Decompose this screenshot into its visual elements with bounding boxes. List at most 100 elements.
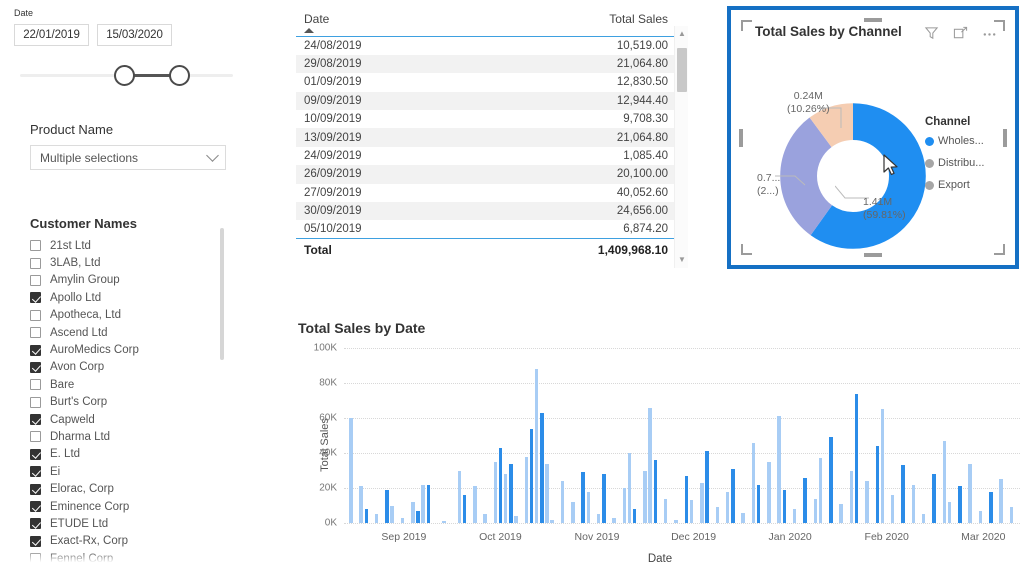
checkbox[interactable]: [30, 466, 41, 478]
bar[interactable]: [622, 488, 627, 523]
customer-list-scrollbar[interactable]: [220, 228, 224, 360]
date-start-input[interactable]: 22/01/2019: [14, 24, 89, 46]
checkbox[interactable]: [30, 327, 41, 339]
bar-chart-plot-area[interactable]: 0K 20K 40K 60K 80K 100K Sep 2019 Oct 2019 Nov 20…: [314, 343, 1020, 543]
bar[interactable]: [602, 474, 606, 523]
list-item[interactable]: Dharma Ltd: [30, 428, 240, 445]
list-item[interactable]: Bare: [30, 376, 240, 393]
bar[interactable]: [581, 472, 585, 523]
bar[interactable]: [792, 509, 797, 523]
bar[interactable]: [725, 491, 730, 523]
resize-handle-bottom[interactable]: [864, 253, 882, 257]
bar[interactable]: [777, 416, 781, 523]
bar[interactable]: [674, 519, 678, 523]
bar[interactable]: [700, 482, 704, 523]
bar[interactable]: [560, 481, 565, 523]
resize-corner-bottom-right[interactable]: [994, 244, 1005, 255]
bar[interactable]: [571, 502, 575, 523]
bar[interactable]: [457, 470, 462, 523]
scroll-down-icon[interactable]: ▼: [678, 256, 686, 264]
checkbox[interactable]: [30, 240, 41, 252]
bar[interactable]: [540, 412, 544, 523]
bar[interactable]: [643, 470, 647, 523]
bar[interactable]: [875, 446, 879, 523]
bar[interactable]: [390, 505, 394, 523]
resize-handle-left[interactable]: [739, 128, 743, 147]
bar[interactable]: [421, 484, 425, 523]
legend-item[interactable]: Wholes...: [925, 135, 984, 147]
list-item[interactable]: 3LAB, Ltd: [30, 254, 240, 271]
list-item[interactable]: 21st Ltd: [30, 237, 240, 254]
bar[interactable]: [498, 447, 503, 523]
list-item[interactable]: Capweld: [30, 411, 240, 428]
bar[interactable]: [483, 514, 487, 523]
column-header-date[interactable]: Date: [296, 12, 472, 37]
filter-icon[interactable]: [924, 26, 939, 41]
list-item[interactable]: ETUDE Ltd: [30, 515, 240, 532]
list-item[interactable]: Avon Corp: [30, 359, 240, 376]
table-row[interactable]: 24/09/2019 1,085.40: [296, 147, 676, 165]
bar[interactable]: [653, 460, 658, 523]
bar[interactable]: [849, 470, 854, 523]
checkbox[interactable]: [30, 292, 41, 304]
bar[interactable]: [947, 502, 952, 523]
legend-item[interactable]: Distribu...: [925, 157, 984, 169]
bar[interactable]: [818, 458, 823, 523]
bar[interactable]: [839, 503, 843, 523]
bar[interactable]: [612, 517, 616, 523]
checkbox[interactable]: [30, 396, 41, 408]
bar[interactable]: [586, 491, 591, 523]
bar[interactable]: [442, 521, 446, 523]
bar[interactable]: [364, 509, 369, 523]
bar[interactable]: [596, 514, 601, 523]
checkbox[interactable]: [30, 501, 41, 513]
bar[interactable]: [550, 519, 554, 523]
bar[interactable]: [854, 393, 859, 523]
bar[interactable]: [359, 486, 363, 523]
table-scrollbar[interactable]: ▲ ▼: [674, 26, 688, 268]
resize-handle-top[interactable]: [864, 18, 882, 22]
focus-mode-icon[interactable]: [953, 26, 968, 41]
product-name-dropdown[interactable]: Multiple selections: [30, 145, 226, 170]
bar[interactable]: [411, 502, 415, 523]
bar[interactable]: [689, 500, 694, 523]
bar[interactable]: [803, 477, 807, 523]
bar[interactable]: [509, 463, 513, 523]
resize-corner-top-right[interactable]: [994, 20, 1005, 31]
total-sales-by-channel-visual[interactable]: Total Sales by Channel 0.24M (10.26%) 0.…: [727, 6, 1019, 269]
bar[interactable]: [462, 495, 467, 523]
table-row[interactable]: 29/08/2019 21,064.80: [296, 54, 676, 74]
bar[interactable]: [942, 440, 947, 523]
bar[interactable]: [684, 475, 689, 523]
table-row[interactable]: 30/09/2019 24,656.00: [296, 202, 676, 221]
bar[interactable]: [524, 456, 529, 523]
total-sales-by-date-visual[interactable]: Total Sales by Date Total Sales 0K 20K 40K…: [296, 320, 1024, 569]
table-row[interactable]: 10/09/2019 9,708.30: [296, 110, 676, 128]
bar[interactable]: [529, 428, 534, 523]
bar[interactable]: [374, 514, 379, 523]
checkbox[interactable]: [30, 414, 41, 426]
bar[interactable]: [473, 486, 477, 523]
bar[interactable]: [741, 512, 745, 523]
resize-corner-top-left[interactable]: [741, 20, 752, 31]
bar[interactable]: [349, 418, 353, 523]
list-item[interactable]: Amylin Group: [30, 272, 240, 289]
bar[interactable]: [932, 474, 936, 523]
checkbox[interactable]: [30, 535, 41, 547]
bar[interactable]: [880, 409, 885, 523]
bar[interactable]: [999, 479, 1003, 523]
list-item[interactable]: Apotheca, Ltd: [30, 307, 240, 324]
slider-handle-start[interactable]: [114, 65, 136, 86]
bar[interactable]: [865, 481, 869, 523]
scroll-up-icon[interactable]: ▲: [678, 30, 686, 38]
bar[interactable]: [782, 489, 787, 523]
column-header-total-sales[interactable]: Total Sales: [471, 12, 676, 37]
list-item[interactable]: Ei: [30, 463, 240, 480]
table-row[interactable]: 01/09/2019 12,830.50: [296, 73, 676, 91]
bar[interactable]: [890, 495, 895, 523]
checkbox[interactable]: [30, 483, 41, 495]
bar[interactable]: [978, 510, 983, 523]
table-row[interactable]: 24/08/2019 10,519.00: [296, 37, 676, 55]
checkbox[interactable]: [30, 448, 41, 460]
bar[interactable]: [663, 498, 668, 523]
